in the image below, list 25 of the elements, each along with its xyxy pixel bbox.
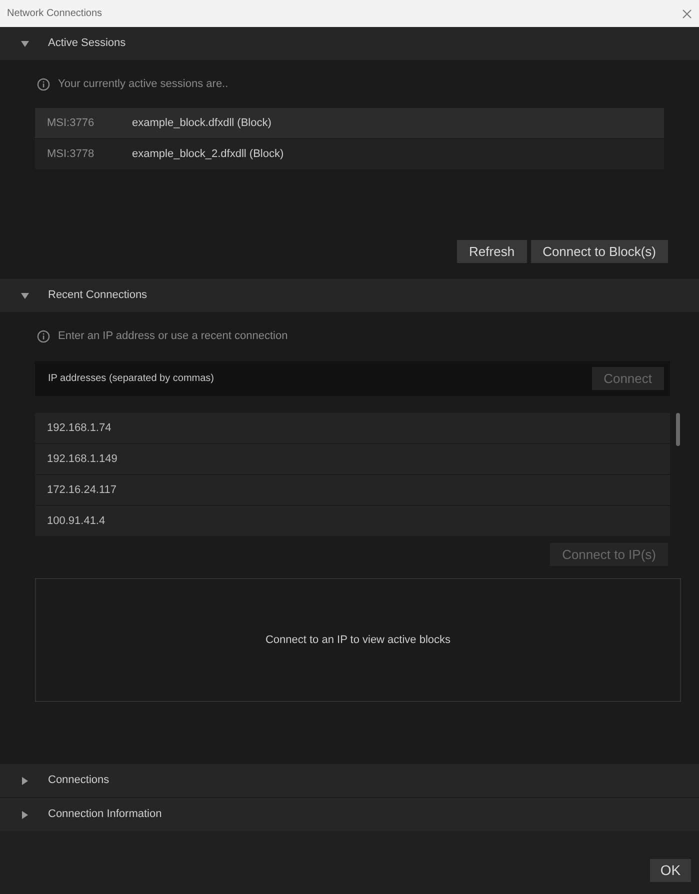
section-header[interactable]: Connection Information xyxy=(0,798,699,831)
section-header[interactable]: Recent Connections xyxy=(0,279,699,312)
info-text: Your currently active sessions are.. xyxy=(58,76,228,92)
session-row[interactable]: MSI:3778 example_block_2.dfxdll (Block) xyxy=(35,139,664,169)
window-title: Network Connections xyxy=(7,7,102,21)
caret-icon xyxy=(20,38,30,48)
address-row[interactable]: 100.91.41.4 xyxy=(35,506,670,536)
session-row[interactable]: MSI:3776 example_block.dfxdll (Block) xyxy=(35,108,664,138)
connect-block-button[interactable]: Connect to Block(s) xyxy=(530,240,668,263)
close-icon[interactable] xyxy=(682,8,692,18)
refresh-button[interactable]: Refresh xyxy=(457,240,527,263)
caret-icon xyxy=(20,776,30,786)
caret-icon xyxy=(20,810,30,820)
ok-button[interactable]: OK xyxy=(650,859,691,882)
info-text: Enter an IP address or use a recent connection xyxy=(58,328,288,344)
address-row[interactable]: 172.16.24.117 xyxy=(35,475,670,505)
empty-message: Connect to an IP to view active blocks xyxy=(265,632,451,648)
info-icon xyxy=(37,330,50,342)
address-row[interactable]: 192.168.1.74 xyxy=(35,413,670,443)
scrollbar-thumb[interactable] xyxy=(676,413,680,446)
info-icon xyxy=(37,78,50,90)
section-header[interactable]: Connections xyxy=(0,764,699,797)
address-row[interactable]: 192.168.1.149 xyxy=(35,444,670,474)
section-header[interactable]: Active Sessions xyxy=(0,27,699,60)
caret-icon xyxy=(20,290,30,300)
